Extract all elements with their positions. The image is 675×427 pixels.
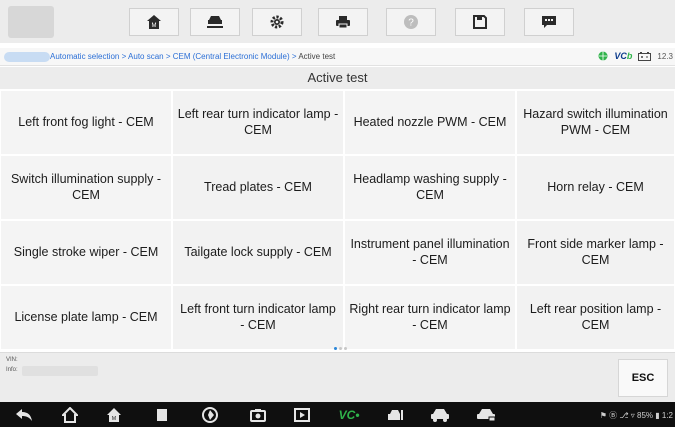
home-button[interactable]: M <box>129 8 179 36</box>
printer-icon <box>336 16 350 29</box>
page-dot <box>344 347 347 350</box>
vci-manager-button[interactable]: VC • <box>336 406 362 423</box>
page-title: Active test <box>0 67 675 89</box>
home-icon: M <box>147 15 161 29</box>
breadcrumb-home-pill[interactable] <box>4 52 50 62</box>
help-button[interactable]: ? <box>386 8 436 36</box>
test-item[interactable]: Heated nozzle PWM - CEM <box>344 90 516 155</box>
svg-text:M: M <box>112 416 116 422</box>
system-navigation-bar: M VC • ⚑ Ⓑ ⎇ ▿ 85% ▮ 1:2 <box>0 402 675 427</box>
video-icon <box>294 407 310 422</box>
test-item[interactable]: Left rear turn indicator lamp - CEM <box>172 90 344 155</box>
car-icon <box>431 408 449 422</box>
message-button[interactable] <box>524 8 574 36</box>
save-icon <box>473 15 487 29</box>
help-icon: ? <box>404 15 418 29</box>
home-outline-icon <box>62 406 78 423</box>
test-item[interactable]: Hazard switch illumination PWM - CEM <box>516 90 675 155</box>
esc-button[interactable]: ESC <box>618 359 668 397</box>
home-filled-icon: M <box>107 407 121 422</box>
test-item[interactable]: Right rear turn indicator lamp - CEM <box>344 285 516 350</box>
info-label: Info: <box>6 367 18 373</box>
breadcrumb: Automatic selection > Auto scan > CEM (C… <box>0 48 675 66</box>
recents-button[interactable] <box>152 406 172 423</box>
back-arrow-icon <box>16 408 32 421</box>
device-logo <box>8 6 54 38</box>
screenshot-button[interactable] <box>248 406 268 423</box>
vehicle-data-icon <box>388 409 403 420</box>
recent-apps-icon <box>157 408 167 421</box>
test-item[interactable]: Horn relay - CEM <box>516 155 675 220</box>
vci-manager-dot: • <box>355 407 360 422</box>
page-indicator <box>334 347 347 350</box>
breadcrumb-text[interactable]: Automatic selection > Auto scan > CEM (C… <box>50 52 335 61</box>
battery-voltage-icon <box>638 51 652 61</box>
active-test-grid: Left front fog light - CEM Left rear tur… <box>0 90 675 350</box>
vci-manager-label: VC <box>338 407 356 422</box>
page-dot <box>339 347 342 350</box>
page-dot-active <box>334 347 337 350</box>
screen-record-button[interactable] <box>292 406 312 423</box>
status-indicators: VCb 12.3 <box>598 51 673 61</box>
camera-icon <box>250 408 266 422</box>
globe-icon <box>598 51 608 61</box>
chat-icon <box>542 16 556 28</box>
vci-logo: VCb <box>614 51 632 61</box>
car-wrench-icon <box>477 408 496 421</box>
test-item[interactable]: Left front fog light - CEM <box>0 90 172 155</box>
test-item[interactable]: Tailgate lock supply - CEM <box>172 220 344 285</box>
back-button[interactable] <box>14 406 34 423</box>
print-button[interactable] <box>318 8 368 36</box>
browser-icon <box>202 406 218 423</box>
car-lift-icon <box>207 16 223 28</box>
test-item[interactable]: Tread plates - CEM <box>172 155 344 220</box>
settings-button[interactable] <box>252 8 302 36</box>
browser-button[interactable] <box>200 406 220 423</box>
test-item[interactable]: Left rear position lamp - CEM <box>516 285 675 350</box>
info-value-redacted <box>22 366 98 376</box>
status-time: 12.3 <box>657 51 673 61</box>
test-item[interactable]: Switch illumination supply - CEM <box>0 155 172 220</box>
test-item[interactable]: Left front turn indicator lamp - CEM <box>172 285 344 350</box>
home-nav-button[interactable] <box>60 406 80 423</box>
vci-logo-accent: b <box>626 51 633 61</box>
test-item[interactable]: Instrument panel illumination - CEM <box>344 220 516 285</box>
breadcrumb-current: Active test <box>298 52 336 61</box>
breadcrumb-path[interactable]: Automatic selection > Auto scan > CEM (C… <box>50 52 298 61</box>
gear-icon <box>270 15 284 29</box>
vci-logo-main: VC <box>614 51 627 61</box>
test-item[interactable]: Headlamp washing supply - CEM <box>344 155 516 220</box>
app-home-button[interactable]: M <box>104 406 124 423</box>
top-toolbar: M ? <box>0 0 675 43</box>
vin-label: VIN: <box>6 357 18 363</box>
svg-text:M: M <box>152 23 157 29</box>
test-item[interactable]: Front side marker lamp - CEM <box>516 220 675 285</box>
svg-text:?: ? <box>408 18 414 29</box>
test-item[interactable]: License plate lamp - CEM <box>0 285 172 350</box>
remote-diagnosis-button[interactable] <box>430 406 450 423</box>
test-item[interactable]: Single stroke wiper - CEM <box>0 220 172 285</box>
system-status: ⚑ Ⓑ ⎇ ▿ 85% ▮ 1:2 <box>599 411 673 420</box>
service-button[interactable] <box>476 406 496 423</box>
footer-bar: VIN: Info: ESC <box>0 352 675 402</box>
save-button[interactable] <box>455 8 505 36</box>
vehicle-button[interactable] <box>190 8 240 36</box>
vehicle-data-button[interactable] <box>386 406 406 423</box>
